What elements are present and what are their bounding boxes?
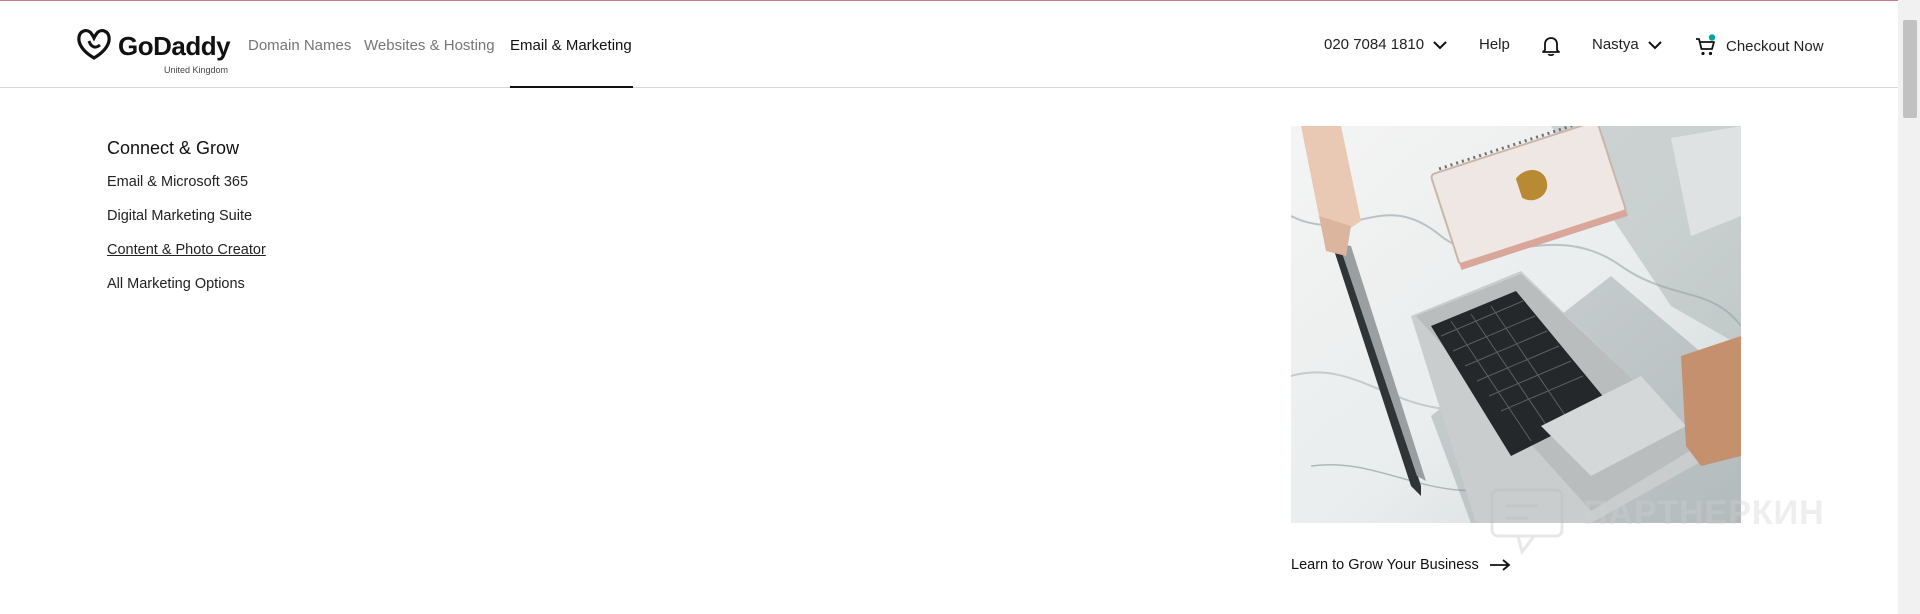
checkout-link[interactable]: Checkout Now: [1694, 34, 1824, 58]
arrow-right-icon: [1489, 559, 1511, 571]
scrollbar-thumb[interactable]: [1903, 20, 1917, 118]
checkout-label: Checkout Now: [1726, 37, 1824, 55]
nav-websites-hosting[interactable]: Websites & Hosting: [364, 37, 495, 54]
chevron-down-icon: [1647, 40, 1662, 49]
menu-section-title: Connect & Grow: [107, 138, 240, 158]
phone-number: 020 7084 1810: [1324, 36, 1425, 53]
phone-menu[interactable]: 020 7084 1810: [1324, 36, 1448, 53]
menu-link-all-marketing[interactable]: All Marketing Options: [107, 276, 245, 292]
menu-link-email-microsoft[interactable]: Email & Microsoft 365: [107, 174, 248, 190]
godaddy-logo[interactable]: GoDaddy United Kingdom: [76, 27, 236, 79]
godaddy-logo-icon: [77, 29, 111, 60]
chevron-down-icon: [1433, 40, 1447, 49]
nav-domain-names[interactable]: Domain Names: [248, 37, 351, 54]
promo-link-label: Learn to Grow Your Business: [1291, 557, 1479, 573]
site-header: GoDaddy United Kingdom Domain Names Webs…: [0, 1, 1898, 88]
cart-badge: [1708, 34, 1716, 41]
user-name: Nastya: [1592, 36, 1639, 53]
menu-link-digital-marketing[interactable]: Digital Marketing Suite: [107, 208, 252, 224]
promo-image[interactable]: [1291, 126, 1741, 523]
menu-link-content-photo[interactable]: Content & Photo Creator: [107, 242, 266, 258]
cart-icon: [1696, 34, 1716, 56]
logo-wordmark: GoDaddy: [118, 31, 231, 61]
bell-icon: [1542, 37, 1560, 57]
help-link[interactable]: Help: [1479, 36, 1510, 53]
account-menu[interactable]: Nastya: [1592, 36, 1663, 53]
nav-email-marketing[interactable]: Email & Marketing: [510, 37, 632, 54]
notifications-button[interactable]: [1541, 35, 1561, 57]
logo-region: United Kingdom: [164, 65, 229, 75]
promo-link[interactable]: Learn to Grow Your Business: [1291, 557, 1511, 573]
nav-active-underline: [510, 86, 633, 88]
